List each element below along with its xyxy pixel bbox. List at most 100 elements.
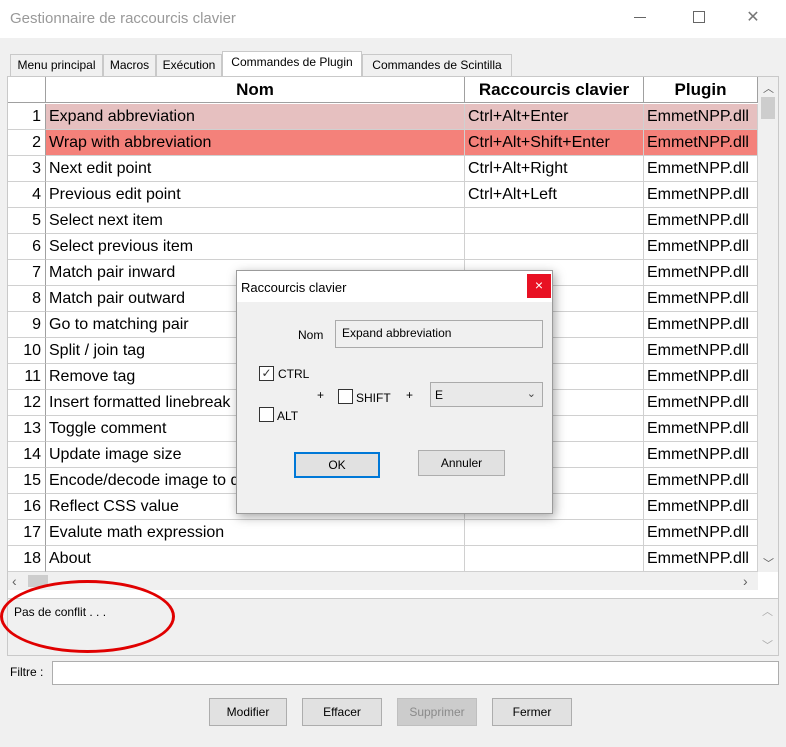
header-plugin[interactable]: Plugin xyxy=(644,77,758,103)
command-name-cell[interactable]: Select previous item xyxy=(46,234,465,260)
tab-main-menu[interactable]: Menu principal xyxy=(10,54,103,76)
scroll-left-icon[interactable]: ‹ xyxy=(12,573,17,589)
row-number[interactable]: 6 xyxy=(8,234,46,260)
row-number[interactable]: 15 xyxy=(8,468,46,494)
ok-button[interactable]: OK xyxy=(294,452,380,478)
vertical-scrollbar[interactable]: ︿ ﹀ xyxy=(758,77,778,572)
key-select[interactable]: E ⌄ xyxy=(430,382,543,407)
header-name[interactable]: Nom xyxy=(46,77,465,103)
row-number[interactable]: 2 xyxy=(8,130,46,156)
status-scroll-up-icon[interactable]: ︿ xyxy=(762,603,773,619)
table-row[interactable]: 1 Expand abbreviation Ctrl+Alt+Enter EmmetN… xyxy=(8,104,758,130)
key-select-value: E xyxy=(435,388,444,402)
row-number[interactable]: 4 xyxy=(8,182,46,208)
delete-button[interactable]: Supprimer xyxy=(397,698,477,726)
checkmark-icon: ✓ xyxy=(261,366,272,380)
plugin-cell[interactable]: EmmetNPP.dll xyxy=(644,312,758,338)
tab-plugin-commands[interactable]: Commandes de Plugin xyxy=(222,51,362,76)
alt-checkbox[interactable] xyxy=(259,407,274,422)
shift-checkbox[interactable] xyxy=(338,389,353,404)
plugin-cell[interactable]: EmmetNPP.dll xyxy=(644,286,758,312)
plugin-cell[interactable]: EmmetNPP.dll xyxy=(644,234,758,260)
table-row[interactable]: 3 Next edit point Ctrl+Alt+Right EmmetNPP.d… xyxy=(8,156,758,182)
row-number[interactable]: 11 xyxy=(8,364,46,390)
plugin-cell[interactable]: EmmetNPP.dll xyxy=(644,468,758,494)
command-name-cell[interactable]: Evalute math expression xyxy=(46,520,465,546)
shortcut-cell[interactable]: Ctrl+Alt+Enter xyxy=(465,104,644,130)
command-name-cell[interactable]: About xyxy=(46,546,465,572)
row-number[interactable]: 18 xyxy=(8,546,46,572)
ctrl-checkbox[interactable]: ✓ xyxy=(259,366,274,381)
header-shortcut[interactable]: Raccourcis clavier xyxy=(465,77,644,103)
shortcut-manager-window: Gestionnaire de raccourcis clavier ✕ Men… xyxy=(0,0,786,747)
shortcut-cell[interactable]: Ctrl+Alt+Shift+Enter xyxy=(465,130,644,156)
maximize-icon[interactable] xyxy=(693,11,705,23)
command-name-cell[interactable]: Previous edit point xyxy=(46,182,465,208)
table-row[interactable]: 5 Select next item EmmetNPP.dll xyxy=(8,208,758,234)
row-number[interactable]: 14 xyxy=(8,442,46,468)
tab-macros[interactable]: Macros xyxy=(103,54,156,76)
command-name-cell[interactable]: Select next item xyxy=(46,208,465,234)
dialog-title: Raccourcis clavier xyxy=(241,280,347,295)
close-window-icon[interactable]: ✕ xyxy=(730,0,776,36)
plugin-cell[interactable]: EmmetNPP.dll xyxy=(644,156,758,182)
shortcut-cell[interactable]: Ctrl+Alt+Right xyxy=(465,156,644,182)
plugin-cell[interactable]: EmmetNPP.dll xyxy=(644,130,758,156)
table-row[interactable]: 6 Select previous item EmmetNPP.dll xyxy=(8,234,758,260)
plugin-cell[interactable]: EmmetNPP.dll xyxy=(644,416,758,442)
ctrl-label: CTRL xyxy=(278,367,310,381)
row-number[interactable]: 7 xyxy=(8,260,46,286)
plugin-cell[interactable]: EmmetNPP.dll xyxy=(644,104,758,130)
plugin-cell[interactable]: EmmetNPP.dll xyxy=(644,338,758,364)
vertical-scroll-thumb[interactable] xyxy=(761,97,775,119)
row-number[interactable]: 17 xyxy=(8,520,46,546)
row-number[interactable]: 1 xyxy=(8,104,46,130)
row-number[interactable]: 8 xyxy=(8,286,46,312)
command-name-cell[interactable]: Expand abbreviation xyxy=(46,104,465,130)
plugin-cell[interactable]: EmmetNPP.dll xyxy=(644,442,758,468)
minimize-icon[interactable] xyxy=(634,17,646,18)
plugin-cell[interactable]: EmmetNPP.dll xyxy=(644,364,758,390)
table-row[interactable]: 18 About EmmetNPP.dll xyxy=(8,546,758,572)
scroll-up-icon[interactable]: ︿ xyxy=(763,80,774,96)
row-number[interactable]: 13 xyxy=(8,416,46,442)
row-number[interactable]: 12 xyxy=(8,390,46,416)
scroll-down-icon[interactable]: ﹀ xyxy=(763,555,774,571)
plugin-cell[interactable]: EmmetNPP.dll xyxy=(644,520,758,546)
filter-input[interactable] xyxy=(52,661,779,685)
clear-button[interactable]: Effacer xyxy=(302,698,382,726)
status-scroll-down-icon[interactable]: ﹀ xyxy=(762,637,773,653)
command-name-cell[interactable]: Next edit point xyxy=(46,156,465,182)
tab-execution[interactable]: Exécution xyxy=(156,54,222,76)
row-number[interactable]: 5 xyxy=(8,208,46,234)
shortcut-cell[interactable] xyxy=(465,234,644,260)
shortcut-cell[interactable] xyxy=(465,546,644,572)
plus-sign-1: + xyxy=(317,388,325,402)
command-name-cell[interactable]: Wrap with abbreviation xyxy=(46,130,465,156)
plugin-cell[interactable]: EmmetNPP.dll xyxy=(644,182,758,208)
table-row[interactable]: 2 Wrap with abbreviation Ctrl+Alt+Shift+En… xyxy=(8,130,758,156)
table-row[interactable]: 17 Evalute math expression EmmetNPP.dll xyxy=(8,520,758,546)
row-number[interactable]: 10 xyxy=(8,338,46,364)
plus-sign-2: + xyxy=(406,388,414,402)
dialog-name-field: Expand abbreviation xyxy=(335,320,543,348)
header-corner xyxy=(8,77,46,103)
cancel-button[interactable]: Annuler xyxy=(418,450,505,476)
shortcut-cell[interactable] xyxy=(465,208,644,234)
row-number[interactable]: 3 xyxy=(8,156,46,182)
dialog-close-icon[interactable]: × xyxy=(527,274,551,298)
close-button[interactable]: Fermer xyxy=(492,698,572,726)
plugin-cell[interactable]: EmmetNPP.dll xyxy=(644,494,758,520)
scroll-right-icon[interactable]: › xyxy=(743,573,748,589)
row-number[interactable]: 16 xyxy=(8,494,46,520)
plugin-cell[interactable]: EmmetNPP.dll xyxy=(644,208,758,234)
plugin-cell[interactable]: EmmetNPP.dll xyxy=(644,546,758,572)
plugin-cell[interactable]: EmmetNPP.dll xyxy=(644,390,758,416)
table-row[interactable]: 4 Previous edit point Ctrl+Alt+Left EmmetNP… xyxy=(8,182,758,208)
tab-scintilla-commands[interactable]: Commandes de Scintilla xyxy=(362,54,512,76)
shortcut-cell[interactable] xyxy=(465,520,644,546)
row-number[interactable]: 9 xyxy=(8,312,46,338)
plugin-cell[interactable]: EmmetNPP.dll xyxy=(644,260,758,286)
modify-button[interactable]: Modifier xyxy=(209,698,287,726)
shortcut-cell[interactable]: Ctrl+Alt+Left xyxy=(465,182,644,208)
